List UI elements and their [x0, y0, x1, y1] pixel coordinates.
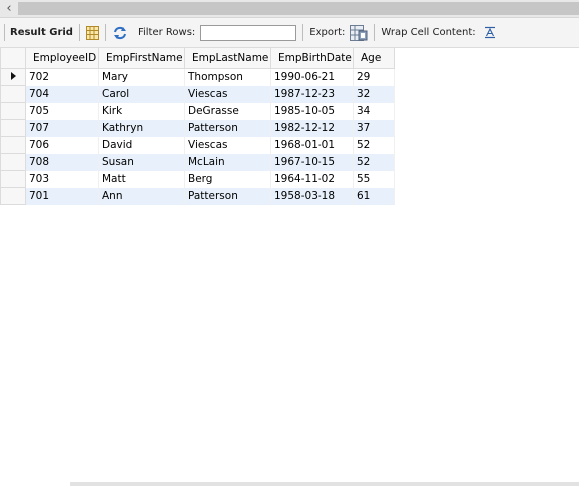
cell-age[interactable]: 52 — [353, 136, 395, 154]
export-icon[interactable] — [350, 24, 368, 41]
table-row[interactable]: 708 Susan McLain 1967-10-15 52 — [0, 153, 395, 171]
cell-empfirstname[interactable]: Carol — [98, 85, 185, 103]
export-label: Export: — [309, 27, 346, 38]
row-marker[interactable] — [0, 136, 26, 154]
cell-employeeid[interactable]: 706 — [25, 136, 99, 154]
cell-empbirthdate[interactable]: 1964-11-02 — [270, 170, 354, 188]
filter-rows-input[interactable] — [200, 24, 297, 41]
row-marker[interactable] — [0, 153, 26, 171]
cell-empfirstname[interactable]: Susan — [98, 153, 185, 171]
cell-empfirstname[interactable]: Kathryn — [98, 119, 185, 137]
cell-age[interactable]: 32 — [353, 85, 395, 103]
toolbar-grip — [4, 24, 5, 41]
cell-empbirthdate[interactable]: 1967-10-15 — [270, 153, 354, 171]
cell-age[interactable]: 34 — [353, 102, 395, 120]
toolbar-separator — [104, 24, 106, 41]
row-marker[interactable] — [0, 187, 26, 205]
scroll-left-icon[interactable]: ‹ — [2, 0, 16, 17]
cell-empfirstname[interactable]: Ann — [98, 187, 185, 205]
cell-empfirstname[interactable]: Mary — [98, 68, 185, 86]
table-row[interactable]: 706 David Viescas 1968-01-01 52 — [0, 136, 395, 154]
column-header-emplastname[interactable]: EmpLastName — [184, 47, 271, 69]
row-marker[interactable] — [0, 85, 26, 103]
cell-employeeid[interactable]: 701 — [25, 187, 99, 205]
row-marker[interactable] — [0, 170, 26, 188]
table-row[interactable]: 703 Matt Berg 1964-11-02 55 — [0, 170, 395, 188]
toolbar-separator — [302, 24, 304, 41]
table-row[interactable]: 701 Ann Patterson 1958-03-18 61 — [0, 187, 395, 205]
cell-employeeid[interactable]: 708 — [25, 153, 99, 171]
result-grid-tab[interactable]: Result Grid — [10, 27, 73, 38]
cell-age[interactable]: 29 — [353, 68, 395, 86]
row-marker-header — [0, 47, 26, 69]
cell-empfirstname[interactable]: Matt — [98, 170, 185, 188]
row-marker[interactable] — [0, 102, 26, 120]
row-marker[interactable] — [0, 68, 26, 86]
cell-employeeid[interactable]: 707 — [25, 119, 99, 137]
top-scrollbar[interactable]: ‹ — [0, 0, 579, 18]
cell-emplastname[interactable]: Patterson — [184, 119, 271, 137]
cell-emplastname[interactable]: Patterson — [184, 187, 271, 205]
form-editor-icon[interactable] — [85, 25, 99, 40]
table-row[interactable]: 707 Kathryn Patterson 1982-12-12 37 — [0, 119, 395, 137]
column-header-age[interactable]: Age — [353, 47, 395, 69]
toolbar-separator — [78, 24, 80, 41]
cell-emplastname[interactable]: Berg — [184, 170, 271, 188]
filter-rows-label: Filter Rows: — [137, 27, 196, 38]
result-toolbar: Result Grid Filter Rows: Export: Wrap Ce… — [0, 18, 579, 48]
cell-age[interactable]: 37 — [353, 119, 395, 137]
cell-employeeid[interactable]: 702 — [25, 68, 99, 86]
cell-empbirthdate[interactable]: 1968-01-01 — [270, 136, 354, 154]
cell-empfirstname[interactable]: Kirk — [98, 102, 185, 120]
cell-empbirthdate[interactable]: 1985-10-05 — [270, 102, 354, 120]
scrollbar-track[interactable] — [18, 2, 579, 15]
cell-emplastname[interactable]: Viescas — [184, 136, 271, 154]
table-row[interactable]: 705 Kirk DeGrasse 1985-10-05 34 — [0, 102, 395, 120]
cell-emplastname[interactable]: McLain — [184, 153, 271, 171]
wrap-cell-content-icon[interactable] — [484, 26, 496, 39]
current-row-arrow-icon — [10, 72, 16, 80]
cell-employeeid[interactable]: 703 — [25, 170, 99, 188]
table-row[interactable]: 704 Carol Viescas 1987-12-23 32 — [0, 85, 395, 103]
column-header-empfirstname[interactable]: EmpFirstName — [98, 47, 185, 69]
cell-age[interactable]: 55 — [353, 170, 395, 188]
table-row[interactable]: 702 Mary Thompson 1990-06-21 29 — [0, 68, 395, 86]
bottom-scrollbar[interactable] — [70, 482, 579, 486]
cell-employeeid[interactable]: 704 — [25, 85, 99, 103]
cell-employeeid[interactable]: 705 — [25, 102, 99, 120]
cell-age[interactable]: 52 — [353, 153, 395, 171]
row-marker[interactable] — [0, 119, 26, 137]
cell-emplastname[interactable]: Viescas — [184, 85, 271, 103]
header-row: EmployeeID EmpFirstName EmpLastName EmpB… — [0, 47, 395, 69]
cell-empbirthdate[interactable]: 1987-12-23 — [270, 85, 354, 103]
wrap-cell-content-label: Wrap Cell Content: — [381, 27, 476, 38]
cell-empbirthdate[interactable]: 1982-12-12 — [270, 119, 354, 137]
cell-empbirthdate[interactable]: 1990-06-21 — [270, 68, 354, 86]
result-grid: EmployeeID EmpFirstName EmpLastName EmpB… — [0, 47, 395, 205]
cell-empfirstname[interactable]: David — [98, 136, 185, 154]
cell-empbirthdate[interactable]: 1958-03-18 — [270, 187, 354, 205]
toolbar-separator — [374, 24, 376, 41]
cell-age[interactable]: 61 — [353, 187, 395, 205]
refresh-icon[interactable] — [112, 26, 128, 40]
column-header-empbirthdate[interactable]: EmpBirthDate — [270, 47, 354, 69]
cell-emplastname[interactable]: DeGrasse — [184, 102, 271, 120]
cell-emplastname[interactable]: Thompson — [184, 68, 271, 86]
column-header-employeeid[interactable]: EmployeeID — [25, 47, 99, 69]
